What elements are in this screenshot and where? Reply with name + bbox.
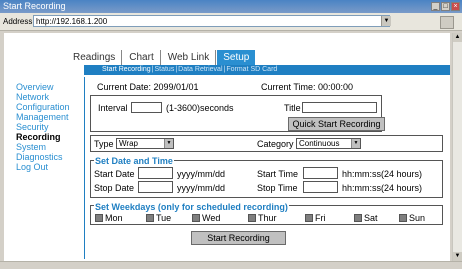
checkbox-sat[interactable] bbox=[354, 214, 362, 222]
title-bar: Start Recording _ □ × bbox=[0, 0, 462, 13]
chevron-down-icon: ▼ bbox=[351, 139, 360, 148]
quick-start-recording-button[interactable]: Quick Start Recording bbox=[288, 117, 385, 131]
subnav-data-retrieval[interactable]: Data Retrieval bbox=[178, 66, 222, 73]
current-date: Current Date: 2099/01/01 bbox=[97, 82, 199, 92]
subnav-separator: | bbox=[151, 66, 154, 73]
address-label: Address bbox=[3, 17, 33, 26]
quick-start-box: Interval (1-3600)seconds Title Quick Sta… bbox=[90, 95, 385, 132]
stop-time-label: Stop Time bbox=[257, 183, 298, 193]
maximize-icon[interactable]: □ bbox=[441, 2, 450, 11]
checkbox-tue[interactable] bbox=[146, 214, 154, 222]
address-bar: Address http://192.168.1.200 ▼ bbox=[0, 13, 462, 31]
stop-time-input[interactable] bbox=[303, 181, 338, 193]
tab-readings[interactable]: Readings bbox=[67, 50, 123, 65]
menu-recording[interactable]: Recording bbox=[4, 132, 82, 142]
menu-overview[interactable]: Overview bbox=[4, 82, 82, 92]
category-label: Category bbox=[257, 139, 294, 149]
address-input[interactable]: http://192.168.1.200 bbox=[33, 15, 390, 27]
tab-setup[interactable]: Setup bbox=[217, 50, 256, 65]
subnav-start-recording[interactable]: Start Recording bbox=[102, 66, 151, 73]
start-date-label: Start Date bbox=[94, 169, 135, 179]
menu-configuration[interactable]: Configuration bbox=[4, 102, 82, 112]
recording-panel: Current Date: 2099/01/01 Current Time: 0… bbox=[84, 77, 447, 259]
subnav-format-sd-card[interactable]: Format SD Card bbox=[226, 66, 277, 73]
status-bar bbox=[0, 261, 462, 269]
close-icon[interactable]: × bbox=[451, 2, 460, 11]
minimize-icon[interactable]: _ bbox=[431, 2, 440, 11]
type-select[interactable]: Wrap ▼ bbox=[116, 138, 174, 149]
browser-window: Start Recording _ □ × Address http://192… bbox=[0, 0, 462, 269]
sub-nav: Start Recording | Status | Data Retrieva… bbox=[102, 66, 277, 73]
scroll-down-icon[interactable]: ▼ bbox=[453, 252, 462, 261]
checkbox-sun[interactable] bbox=[399, 214, 407, 222]
checkbox-wed[interactable] bbox=[192, 214, 200, 222]
weekday-tue-label: Tue bbox=[156, 213, 172, 223]
title-label: Title bbox=[284, 103, 301, 113]
interval-hint: (1-3600)seconds bbox=[166, 103, 234, 113]
weekday-sat-label: Sat bbox=[364, 213, 378, 223]
page-content: Readings Chart Web Link Setup Start Reco… bbox=[4, 33, 450, 261]
start-time-input[interactable] bbox=[303, 167, 338, 179]
vertical-scrollbar[interactable]: ▲ ▼ bbox=[452, 33, 462, 261]
stop-date-label: Stop Date bbox=[94, 183, 135, 193]
left-menu: Overview Network Configuration Managemen… bbox=[4, 82, 82, 172]
start-date-input[interactable] bbox=[138, 167, 173, 179]
category-select[interactable]: Continuous ▼ bbox=[296, 138, 361, 149]
scroll-up-icon[interactable]: ▲ bbox=[453, 33, 462, 42]
tab-chart[interactable]: Chart bbox=[123, 50, 161, 65]
start-recording-button[interactable]: Start Recording bbox=[191, 231, 286, 245]
type-label: Type bbox=[94, 139, 114, 149]
title-input[interactable] bbox=[302, 102, 377, 113]
stop-date-input[interactable] bbox=[138, 181, 173, 193]
chevron-down-icon[interactable]: ▼ bbox=[381, 16, 391, 26]
start-time-label: Start Time bbox=[257, 169, 299, 179]
type-category-box: Type Wrap ▼ Category Continuous ▼ bbox=[90, 135, 443, 152]
menu-system[interactable]: System bbox=[4, 142, 82, 152]
main-tabs: Readings Chart Web Link Setup bbox=[67, 50, 256, 65]
start-date-format: yyyy/mm/dd bbox=[177, 169, 226, 179]
status-line: Current Date: 2099/01/01 Current Time: 0… bbox=[97, 82, 353, 92]
subnav-separator: | bbox=[175, 66, 178, 73]
menu-log-out[interactable]: Log Out bbox=[4, 162, 82, 172]
category-select-value: Continuous bbox=[299, 139, 340, 148]
interval-label: Interval bbox=[98, 103, 128, 113]
set-date-time-legend: Set Date and Time bbox=[94, 156, 174, 166]
start-time-format: hh:mm:ss(24 hours) bbox=[342, 169, 423, 179]
weekday-thur-label: Thur bbox=[258, 213, 277, 223]
window-controls: _ □ × bbox=[431, 2, 460, 11]
interval-input[interactable] bbox=[131, 102, 162, 113]
weekday-fri-label: Fri bbox=[315, 213, 326, 223]
weekday-mon-label: Mon bbox=[105, 213, 123, 223]
chevron-down-icon: ▼ bbox=[164, 139, 173, 148]
menu-diagnostics[interactable]: Diagnostics bbox=[4, 152, 82, 162]
window-title: Start Recording bbox=[3, 1, 66, 11]
menu-security[interactable]: Security bbox=[4, 122, 82, 132]
current-time: Current Time: 00:00:00 bbox=[261, 82, 354, 92]
go-button[interactable] bbox=[440, 16, 454, 29]
checkbox-mon[interactable] bbox=[95, 214, 103, 222]
checkbox-fri[interactable] bbox=[305, 214, 313, 222]
checkbox-thur[interactable] bbox=[248, 214, 256, 222]
type-select-value: Wrap bbox=[119, 139, 138, 148]
menu-management[interactable]: Management bbox=[4, 112, 82, 122]
weekday-wed-label: Wed bbox=[202, 213, 221, 223]
stop-time-format: hh:mm:ss(24 hours) bbox=[342, 183, 423, 193]
weekday-sun-label: Sun bbox=[409, 213, 426, 223]
stop-date-format: yyyy/mm/dd bbox=[177, 183, 226, 193]
subnav-status[interactable]: Status bbox=[154, 66, 174, 73]
tab-web-link[interactable]: Web Link bbox=[161, 50, 217, 65]
menu-network[interactable]: Network bbox=[4, 92, 82, 102]
weekdays-legend: Set Weekdays (only for scheduled recordi… bbox=[94, 202, 289, 212]
subnav-separator: | bbox=[223, 66, 226, 73]
